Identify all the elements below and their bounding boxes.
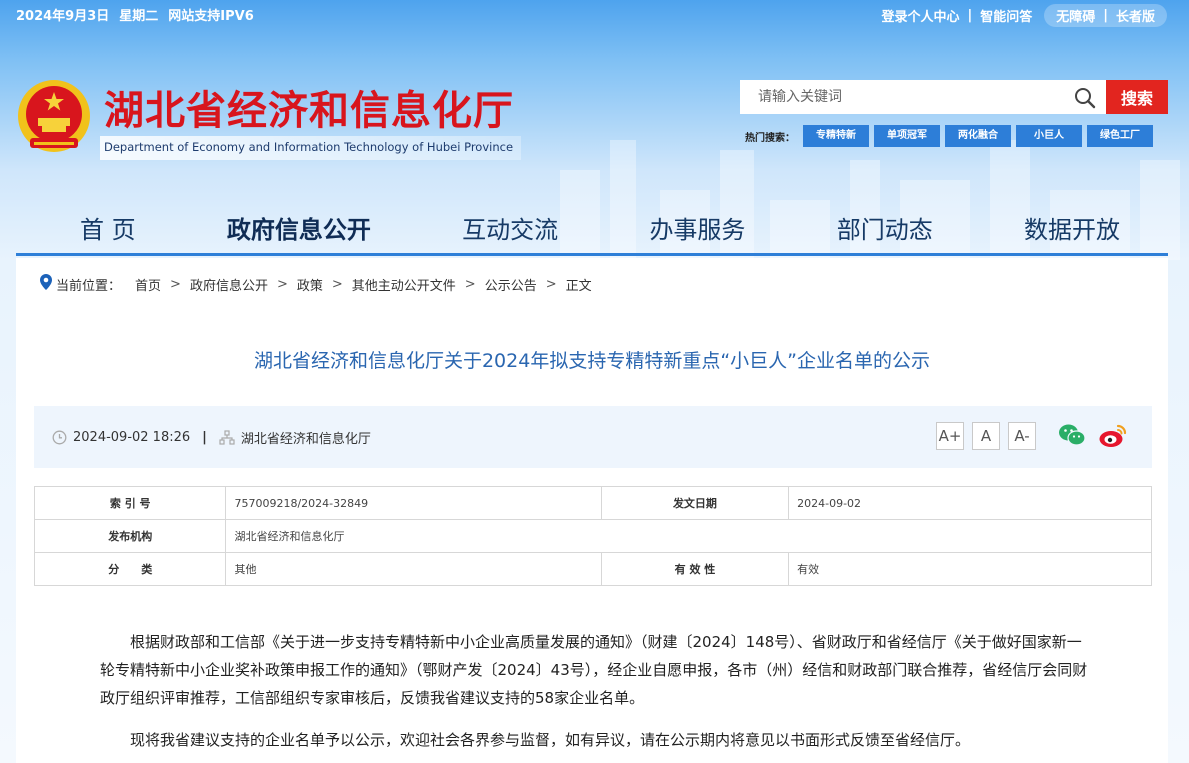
search-box: 搜索 <box>740 80 1168 114</box>
category-label: 分 类 <box>33 552 227 586</box>
validity-label: 有 效 性 <box>600 552 790 586</box>
issue-date-label: 发文日期 <box>600 486 790 520</box>
divider: | <box>967 8 973 23</box>
hot-tag[interactable]: 专精特新 <box>803 125 869 147</box>
hot-tag[interactable]: 两化融合 <box>945 125 1011 147</box>
breadcrumb-item[interactable]: 其他主动公开文件 <box>352 275 456 294</box>
article-title: 湖北省经济和信息化厅关于2024年拟支持专精特新重点“小巨人”企业名单的公示 <box>253 350 931 372</box>
breadcrumb-item[interactable]: 政策 <box>297 275 323 294</box>
breadcrumb-separator: > <box>464 276 476 292</box>
site-subtitle: Department of Economy and Information Te… <box>100 136 522 160</box>
font-increase-button[interactable]: A+ <box>936 422 964 450</box>
location-pin-icon <box>40 274 52 294</box>
index-number-value: 757009218/2024-32849 <box>225 486 602 520</box>
hot-search: 热门搜索： 专精特新 单项冠军 两化融合 小巨人 绿色工厂 <box>745 125 1158 147</box>
site-title[interactable]: 湖北省经济和信息化厅 <box>104 78 514 136</box>
search-button[interactable]: 搜索 <box>1106 80 1168 114</box>
table-row: 发布机构 湖北省经济和信息化厅 <box>33 519 1152 553</box>
issue-date-value: 2024-09-02 <box>788 486 1152 520</box>
breadcrumb-item[interactable]: 公示公告 <box>485 275 537 294</box>
divider: | <box>202 430 207 445</box>
access-modes: 无障碍 | 长者版 <box>1044 4 1167 27</box>
nav-item-home[interactable]: 首 页 <box>80 200 136 253</box>
wechat-icon[interactable] <box>1058 423 1086 453</box>
issuer-value: 湖北省经济和信息化厅 <box>225 519 1152 553</box>
table-row: 分 类 其他 有 效 性 有效 <box>33 552 1152 586</box>
hot-tag[interactable]: 单项冠军 <box>874 125 940 147</box>
document-info-table: 索 引 号 757009218/2024-32849 发文日期 2024-09-… <box>33 486 1152 586</box>
hot-search-label: 热门搜索： <box>745 132 795 144</box>
breadcrumb-item-current: 正文 <box>565 278 592 294</box>
organization-icon <box>219 430 235 445</box>
current-weekday: 星期二 <box>119 9 159 24</box>
nav-item-news[interactable]: 部门动态 <box>837 200 933 253</box>
nav-item-gov-info[interactable]: 政府信息公开 <box>227 200 371 253</box>
hot-tag[interactable]: 小巨人 <box>1016 125 1082 147</box>
search-field-wrapper <box>740 80 1106 114</box>
article-container: 当前位置： 首页 > 政府信息公开 > 政策 > 其他主动公开文件 > 公示公告… <box>16 258 1168 763</box>
search-input[interactable] <box>758 89 1058 105</box>
clock-icon <box>52 430 67 445</box>
article-meta-bar: 2024-09-02 18:26 | 湖北省经济和信息化厅 A+ A A- <box>34 406 1152 468</box>
accessible-mode-link[interactable]: 无障碍 <box>1056 6 1095 25</box>
national-emblem-logo[interactable] <box>16 78 92 156</box>
top-bar: 2024年9月3日 星期二 网站支持IPV6 登录个人中心 | 智能问答 无障碍 |… <box>0 0 1189 28</box>
breadcrumb-separator: > <box>276 276 288 292</box>
nav-item-interaction[interactable]: 互动交流 <box>462 200 558 253</box>
validity-value: 有效 <box>788 552 1152 586</box>
font-size-controls: A+ A A- <box>936 422 1044 450</box>
breadcrumb-separator: > <box>331 276 343 292</box>
qa-link[interactable]: 智能问答 <box>980 6 1032 25</box>
elder-mode-link[interactable]: 长者版 <box>1116 6 1155 25</box>
category-value: 其他 <box>225 552 602 586</box>
breadcrumb-label: 当前位置： <box>56 278 122 294</box>
breadcrumb: 当前位置： 首页 > 政府信息公开 > 政策 > 其他主动公开文件 > 公示公告… <box>40 274 592 294</box>
article-body: 根据财政部和工信部《关于进一步支持专精特新中小企业高质量发展的通知》（财建〔20… <box>100 628 1090 763</box>
breadcrumb-separator: > <box>545 276 557 292</box>
share-buttons <box>1058 423 1140 453</box>
breadcrumb-item[interactable]: 政府信息公开 <box>190 275 268 294</box>
issuer-label: 发布机构 <box>33 519 227 553</box>
weibo-icon[interactable] <box>1098 423 1128 453</box>
font-decrease-button[interactable]: A- <box>1008 422 1036 450</box>
search-icon[interactable] <box>1074 87 1096 113</box>
body-paragraph: 根据财政部和工信部《关于进一步支持专精特新中小企业高质量发展的通知》（财建〔20… <box>100 633 1088 707</box>
publish-source: 湖北省经济和信息化厅 <box>240 432 371 447</box>
ipv6-notice: 网站支持IPV6 <box>168 9 254 24</box>
hot-tag[interactable]: 绿色工厂 <box>1087 125 1153 147</box>
main-nav: 首 页 政府信息公开 互动交流 办事服务 部门动态 数据开放 <box>16 200 1168 256</box>
table-row: 索 引 号 757009218/2024-32849 发文日期 2024-09-… <box>33 486 1152 520</box>
breadcrumb-separator: > <box>170 276 181 292</box>
breadcrumb-item[interactable]: 首页 <box>135 275 161 294</box>
login-link[interactable]: 登录个人中心 <box>881 6 959 25</box>
current-date: 2024年9月3日 <box>16 9 110 24</box>
nav-item-open-data[interactable]: 数据开放 <box>1024 200 1120 253</box>
index-number-label: 索 引 号 <box>33 486 227 520</box>
font-default-button[interactable]: A <box>972 422 1000 450</box>
body-paragraph: 现将我省建议支持的企业名单予以公示，欢迎社会各界参与监督，如有异议，请在公示期内… <box>130 731 971 749</box>
divider: | <box>1103 8 1108 23</box>
publish-datetime: 2024-09-02 18:26 <box>73 430 191 445</box>
nav-item-services[interactable]: 办事服务 <box>649 200 745 253</box>
